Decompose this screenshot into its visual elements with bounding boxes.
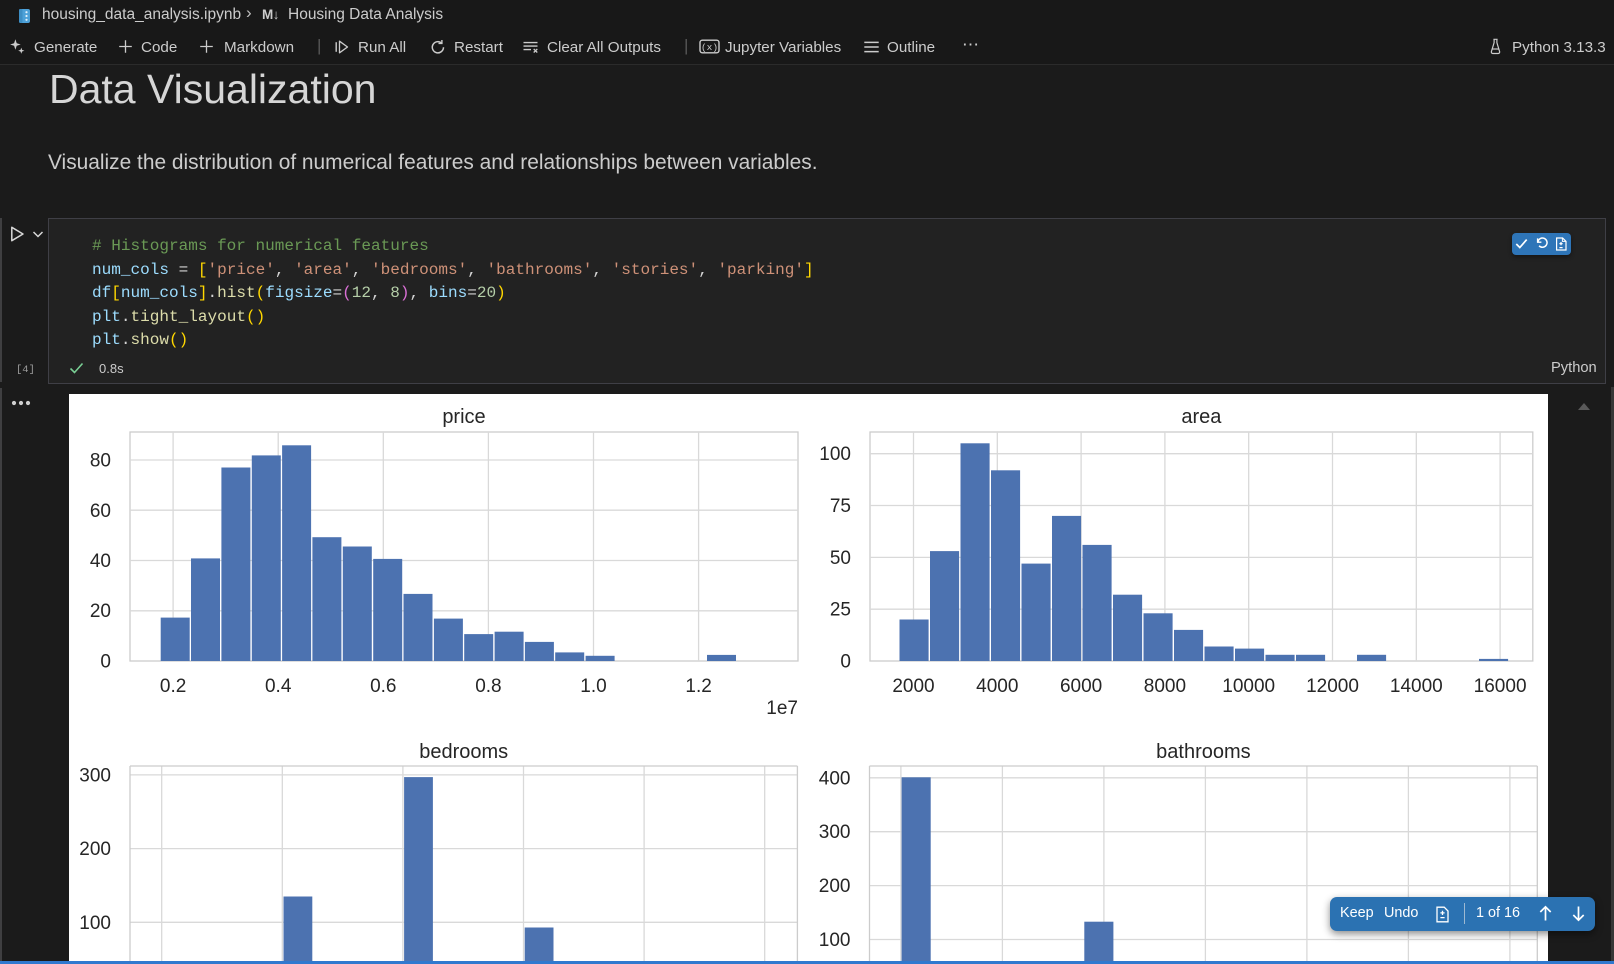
svg-text:20: 20: [90, 601, 111, 622]
svg-text:40: 40: [90, 551, 111, 572]
svg-text:0.8: 0.8: [475, 676, 501, 697]
svg-text:0: 0: [840, 652, 851, 673]
svg-text:200: 200: [79, 839, 111, 860]
svg-text:0: 0: [100, 652, 111, 673]
svg-text:25: 25: [830, 600, 851, 621]
svg-text:100: 100: [819, 444, 851, 465]
svg-text:12000: 12000: [1306, 676, 1359, 697]
svg-text:200: 200: [819, 876, 851, 897]
svg-text:300: 300: [819, 822, 851, 843]
svg-text:1.2: 1.2: [685, 676, 711, 697]
svg-text:60: 60: [90, 501, 111, 522]
svg-text:0.4: 0.4: [265, 676, 292, 697]
svg-text:price: price: [442, 406, 485, 428]
svg-text:area: area: [1181, 406, 1222, 428]
svg-text:4000: 4000: [976, 676, 1018, 697]
svg-text:1.0: 1.0: [580, 676, 606, 697]
svg-text:100: 100: [819, 930, 851, 951]
svg-text:(x): (x): [701, 42, 718, 53]
svg-text:bathrooms: bathrooms: [1156, 741, 1251, 763]
svg-text:300: 300: [79, 765, 111, 786]
svg-text:80: 80: [90, 451, 111, 472]
svg-text:0.6: 0.6: [370, 676, 396, 697]
svg-text:1e7: 1e7: [766, 698, 798, 719]
svg-text:50: 50: [830, 548, 851, 569]
svg-text:400: 400: [819, 768, 851, 789]
svg-text:0.2: 0.2: [160, 676, 186, 697]
svg-text:100: 100: [79, 913, 111, 934]
svg-text:75: 75: [830, 496, 851, 517]
svg-text:2000: 2000: [892, 676, 934, 697]
svg-text:10000: 10000: [1222, 676, 1275, 697]
svg-text:14000: 14000: [1390, 676, 1443, 697]
svg-text:16000: 16000: [1474, 676, 1527, 697]
svg-text:8000: 8000: [1144, 676, 1186, 697]
svg-text:bedrooms: bedrooms: [419, 741, 508, 763]
svg-text:6000: 6000: [1060, 676, 1102, 697]
